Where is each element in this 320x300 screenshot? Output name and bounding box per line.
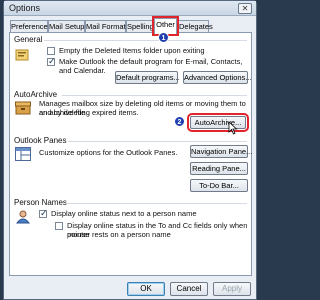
autoarchive-divider xyxy=(62,95,247,96)
empty-deleted-checkbox[interactable] xyxy=(47,47,55,55)
default-programs-button[interactable]: Default programs... xyxy=(115,71,180,84)
close-button[interactable]: ✕ xyxy=(238,3,252,14)
online-status-label: Display online status next to a person n… xyxy=(51,209,197,218)
step-2-badge: 2 xyxy=(174,116,185,127)
outlook-panes-divider xyxy=(68,141,247,142)
title-bar: Options ✕ xyxy=(4,1,256,16)
cancel-button[interactable]: Cancel xyxy=(170,282,208,296)
general-divider xyxy=(44,40,247,41)
outlook-panes-section-title: Outlook Panes xyxy=(14,136,67,145)
options-panel: General Empty the Deleted Items folder u… xyxy=(9,32,252,276)
person-names-section-title: Person Names xyxy=(14,198,67,207)
person-icon xyxy=(15,210,31,224)
to-cc-status-checkbox[interactable] xyxy=(55,222,63,230)
default-program-checkbox[interactable] xyxy=(47,56,56,67)
apply-button[interactable]: Apply xyxy=(213,282,251,296)
general-section-title: General xyxy=(14,35,43,44)
todo-bar-button[interactable]: To-Do Bar... xyxy=(190,179,248,192)
autoarchive-section-title: AutoArchive xyxy=(14,90,58,99)
person-names-divider xyxy=(66,203,247,204)
step-1-badge: 1 xyxy=(158,32,169,43)
options-dialog: Options ✕ Preferences Mail Setup Mail Fo… xyxy=(3,0,257,300)
outlook-panes-description: Customize options for the Outlook Panes. xyxy=(39,148,178,157)
window-title: Options xyxy=(9,3,41,13)
empty-deleted-label: Empty the Deleted Items folder upon exit… xyxy=(59,46,205,55)
panes-layout-icon xyxy=(15,147,31,161)
navigation-pane-button[interactable]: Navigation Pane... xyxy=(190,145,252,158)
reading-pane-button[interactable]: Reading Pane... xyxy=(190,162,248,175)
ok-button[interactable]: OK xyxy=(127,282,165,296)
online-status-checkbox[interactable] xyxy=(39,208,48,219)
general-options-icon xyxy=(15,49,29,61)
mouse-pointer-icon xyxy=(228,121,238,135)
autoarchive-description-line2: and by deleting expired items. xyxy=(39,108,139,117)
advanced-options-button[interactable]: Advanced Options... xyxy=(183,71,252,84)
archive-box-icon xyxy=(15,101,31,115)
to-cc-status-label-line2: pointer rests on a person name xyxy=(67,230,171,239)
